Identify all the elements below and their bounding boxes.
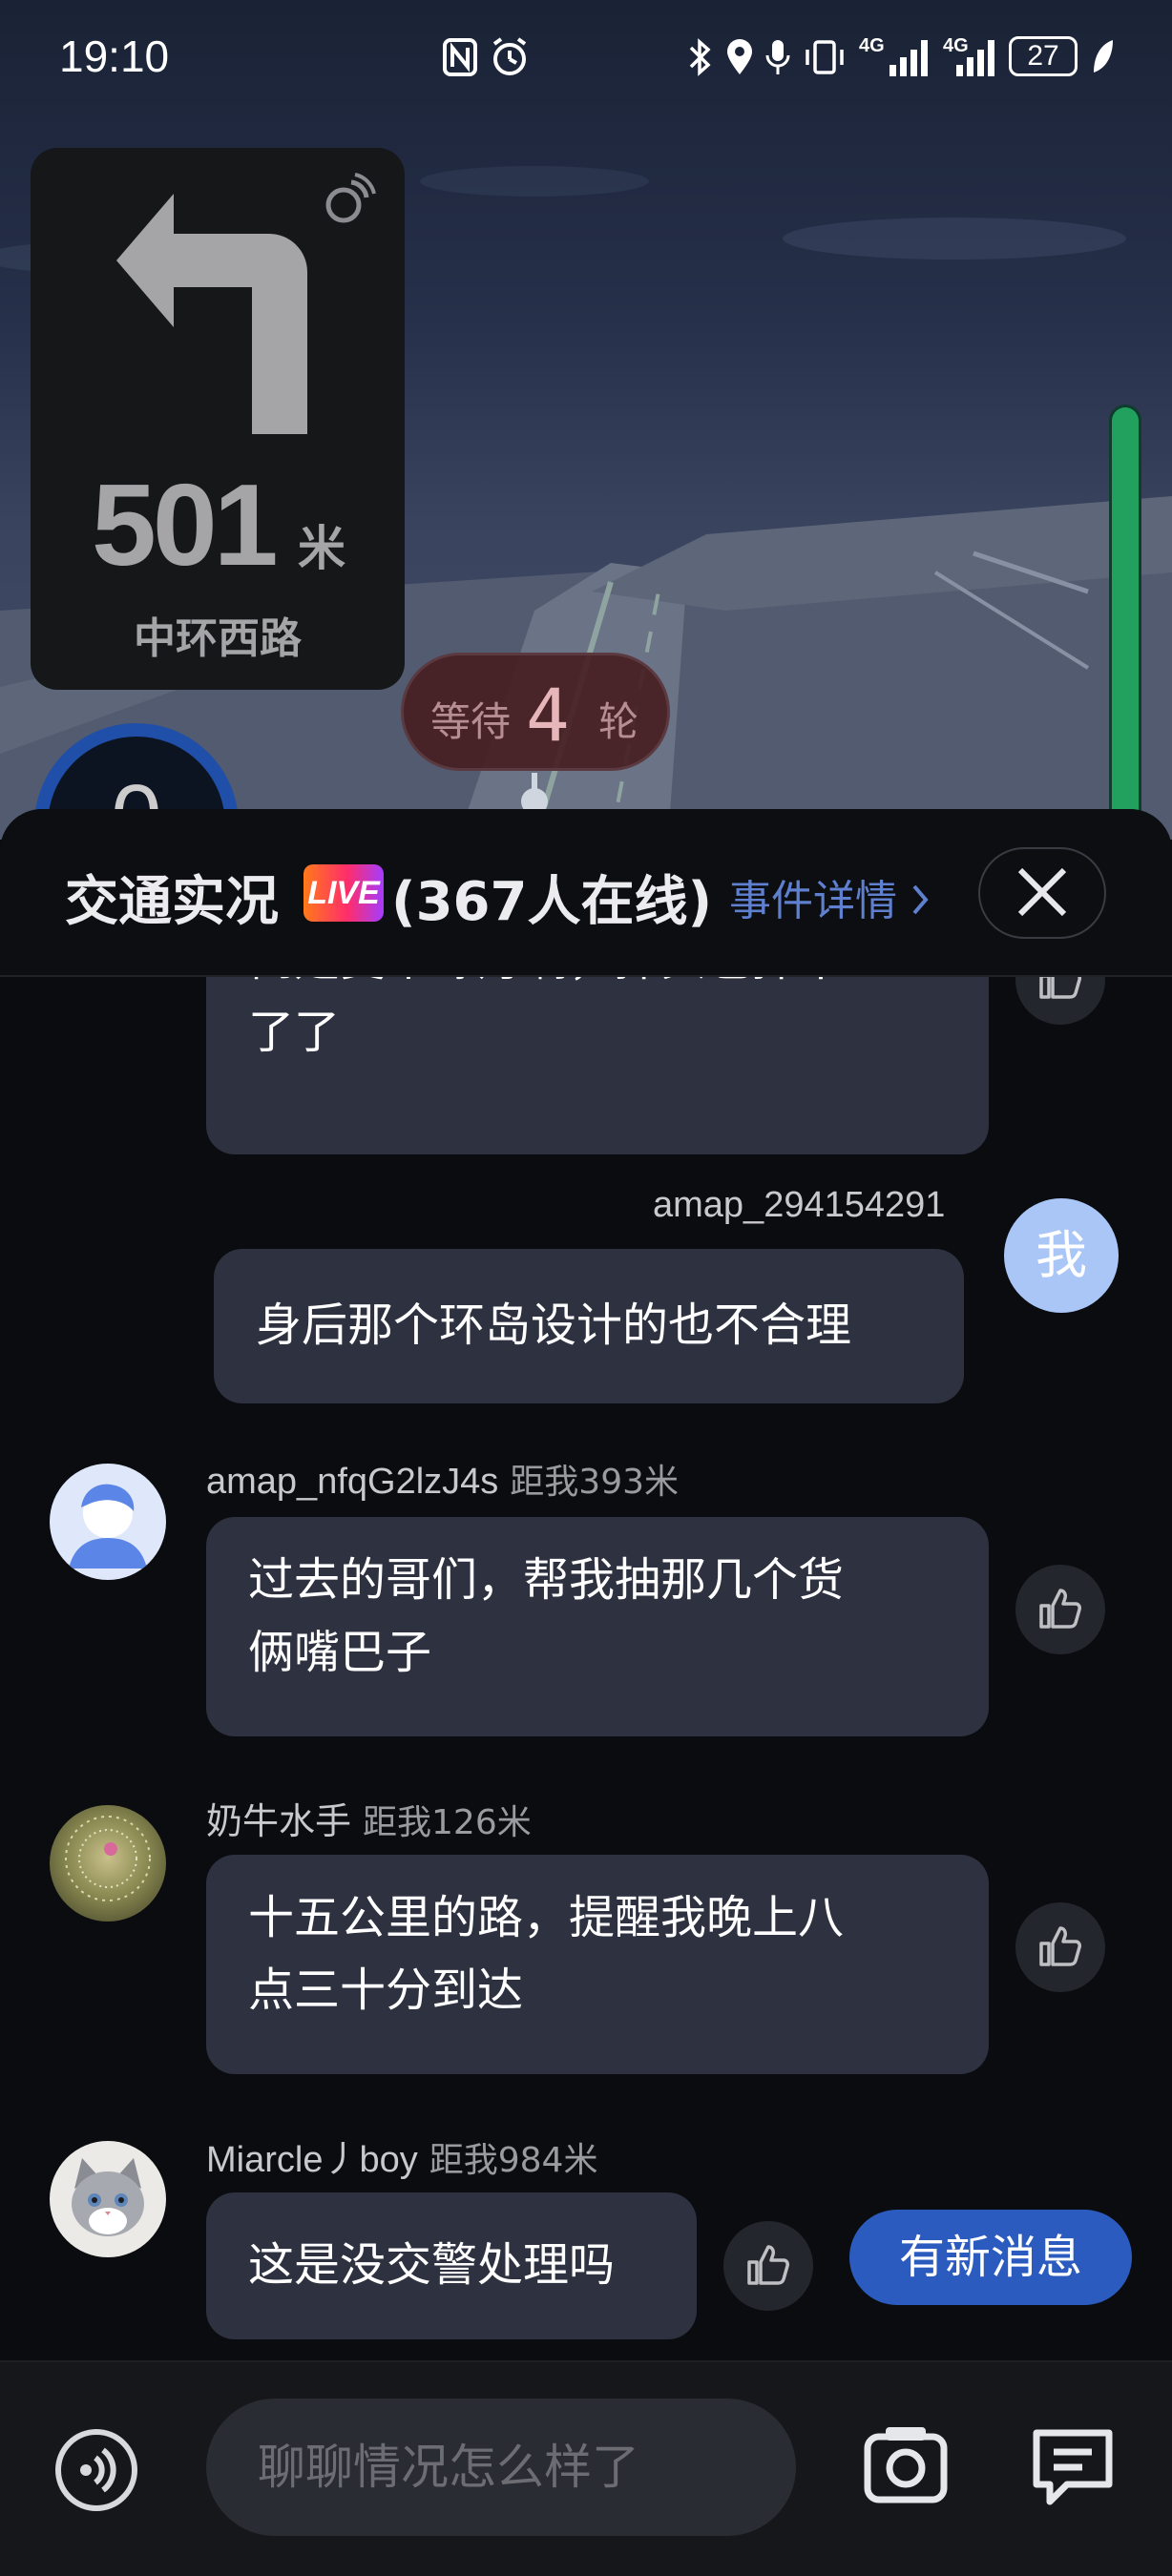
- nfc-icon: [443, 38, 477, 76]
- close-icon: [1017, 867, 1067, 917]
- like-button[interactable]: [1015, 1565, 1105, 1654]
- road-name: 中环西路: [134, 614, 302, 663]
- chat-icon[interactable]: [1029, 2421, 1117, 2509]
- username: 奶牛水手 距我126米: [206, 1792, 532, 1844]
- wait-unit: 轮: [598, 698, 639, 745]
- panel-title: 交通实况: [65, 871, 279, 933]
- panel-header: 交通实况 LIVE (367人在线) 事件详情: [0, 809, 1172, 977]
- own-avatar[interactable]: 我: [1004, 1198, 1119, 1313]
- location-icon: [727, 39, 752, 74]
- thumbs-up-icon: [1039, 977, 1081, 999]
- message-text-line: 倒是变个绿灯啊，掉头也掉不: [248, 977, 947, 996]
- message-text-line: 十五公里的路，提醒我晚上八: [248, 1891, 845, 1944]
- chevron-right-icon: [912, 884, 929, 915]
- voice-broadcast-icon[interactable]: [53, 2427, 139, 2513]
- message-text-line: 了了: [248, 1006, 341, 1059]
- vibrate-icon: [806, 40, 844, 74]
- like-button[interactable]: [723, 2221, 813, 2311]
- thumbs-up-icon: [1039, 1589, 1081, 1629]
- traffic-light-wait-badge: 等待 4 轮: [401, 653, 670, 771]
- avatar[interactable]: [50, 1464, 166, 1580]
- battery-indicator: 27: [1009, 36, 1078, 76]
- kitten-avatar-icon: [72, 2158, 144, 2236]
- bluetooth-icon: [689, 38, 711, 76]
- user-distance: 距我984米: [429, 2141, 598, 2180]
- message-bubble: 十五公里的路，提醒我晚上八 点三十分到达: [206, 1855, 989, 2074]
- user-distance: 距我393米: [510, 1463, 680, 1502]
- gps-signal-icon: [325, 173, 376, 223]
- event-details-label: 事件详情: [729, 877, 897, 925]
- route-progress-bar: [1109, 405, 1141, 853]
- message-text-line: 过去的哥们，帮我抽那几个货: [248, 1553, 845, 1607]
- close-button[interactable]: [978, 847, 1106, 939]
- route-progress-fill: [1112, 407, 1139, 850]
- new-messages-button[interactable]: 有新消息: [849, 2210, 1132, 2305]
- thumbs-up-icon: [1039, 1926, 1081, 1966]
- message-bubble: 这是没交警处理吗: [206, 2192, 697, 2339]
- avatar[interactable]: [50, 2141, 166, 2257]
- message-bubble: 过去的哥们，帮我抽那几个货 俩嘴巴子: [206, 1517, 989, 1736]
- message-text-line: 俩嘴巴子: [248, 1626, 432, 1679]
- username: Miarcle丿boy 距我984米: [206, 2129, 597, 2182]
- thumbs-up-icon: [747, 2245, 789, 2285]
- camera-icon[interactable]: [863, 2421, 949, 2507]
- chat-input-bar: 聊聊情况怎么样了: [0, 2360, 1172, 2576]
- turn-distance: 501: [92, 460, 279, 590]
- event-details-link[interactable]: 事件详情: [729, 866, 931, 927]
- turn-instruction-card[interactable]: 501 米 中环西路: [31, 148, 405, 690]
- status-bar: 19:10 4G 4G 27: [0, 0, 1172, 114]
- chat-list[interactable]: 倒是变个绿灯啊，掉头也掉不 了了 amap_294154291 身后那个环岛设计…: [0, 977, 1172, 2360]
- default-avatar-icon: [69, 1484, 147, 1568]
- like-button[interactable]: [1015, 1902, 1105, 1992]
- avatar[interactable]: [50, 1805, 166, 1922]
- live-badge: LIVE: [303, 864, 384, 922]
- username: amap_294154291: [653, 1185, 946, 1225]
- clock: 19:10: [59, 31, 170, 81]
- signal-icon-2: [956, 40, 994, 76]
- username: amap_nfqG2lzJ4s 距我393米: [206, 1454, 679, 1504]
- message-text-line: 点三十分到达: [248, 1963, 524, 2017]
- wait-count: 4: [526, 673, 570, 758]
- message-bubble-own: 身后那个环岛设计的也不合理: [214, 1249, 964, 1403]
- alarm-icon: [492, 37, 527, 75]
- username-text: Miarcle丿boy: [206, 2140, 418, 2180]
- message-bubble: 倒是变个绿灯啊，掉头也掉不 了了: [206, 977, 989, 1154]
- microphone-icon: [765, 40, 790, 74]
- cactus-avatar-icon: [65, 1816, 151, 1901]
- leaf-icon: [1094, 40, 1113, 73]
- user-distance: 距我126米: [363, 1803, 532, 1842]
- chat-input[interactable]: 聊聊情况怎么样了: [206, 2399, 796, 2536]
- wait-label: 等待: [430, 698, 512, 745]
- online-count: (367人在线): [391, 871, 713, 933]
- like-button[interactable]: [1015, 977, 1105, 1025]
- turn-distance-unit: 米: [298, 521, 345, 576]
- username-text: amap_nfqG2lzJ4s: [206, 1462, 499, 1502]
- username-text: 奶牛水手: [206, 1802, 352, 1842]
- network-type-1: 4G: [859, 35, 885, 56]
- signal-icon-1: [889, 40, 928, 76]
